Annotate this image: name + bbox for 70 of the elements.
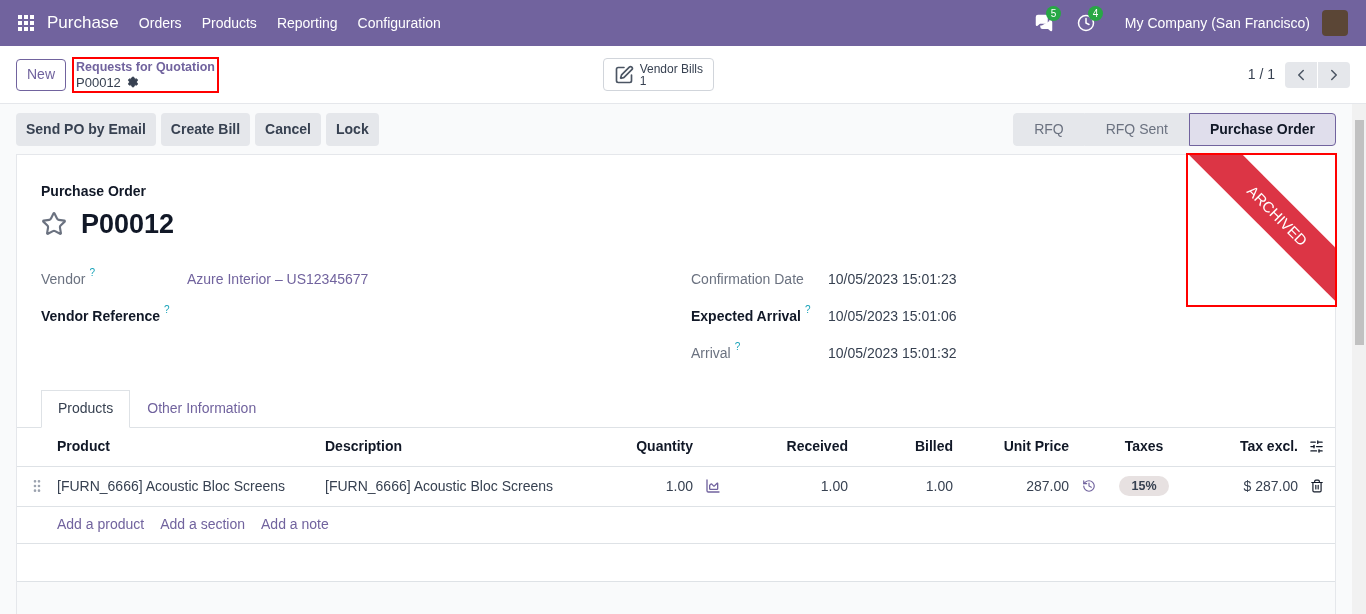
- help-mark[interactable]: ?: [734, 338, 741, 354]
- next-button[interactable]: [1318, 61, 1350, 88]
- breadcrumb-link[interactable]: Requests for Quotation: [76, 59, 215, 75]
- field-value: 10/05/2023 15:01:32: [828, 343, 957, 363]
- field-value: 10/05/2023 15:01:06: [828, 306, 957, 326]
- field-value: 10/05/2023 15:01:23: [828, 269, 957, 289]
- settings-icon[interactable]: [126, 76, 139, 88]
- help-mark[interactable]: ?: [805, 301, 811, 317]
- messages-icon[interactable]: [1034, 14, 1053, 32]
- status-step[interactable]: RFQ Sent: [1084, 112, 1189, 146]
- table-cell-text: 287.00: [1025, 476, 1069, 496]
- count-badge: 4: [1087, 6, 1104, 21]
- column-header[interactable]: Quantity: [555, 436, 693, 457]
- apps-grid-icon[interactable]: [18, 15, 34, 31]
- action-button[interactable]: Cancel: [255, 112, 321, 146]
- record-name: P00012: [76, 74, 121, 90]
- table-cell-text: 1.00: [664, 476, 693, 496]
- menu-item[interactable]: Reporting: [276, 12, 338, 34]
- action-button[interactable]: Lock: [326, 112, 379, 146]
- star-icon[interactable]: [41, 211, 67, 238]
- vendor-bills-button[interactable]: Vendor Bills 1: [602, 58, 714, 91]
- field-label: Expected Arrival: [691, 306, 801, 326]
- column-header[interactable]: Tax excl.: [1179, 436, 1298, 457]
- add-line-link[interactable]: Add a product: [57, 514, 145, 535]
- pager-value: 1 / 1: [1247, 65, 1275, 84]
- action-button[interactable]: Create Bill: [160, 112, 251, 146]
- record-title: P00012: [81, 208, 175, 241]
- app-name[interactable]: Purchase: [47, 10, 119, 36]
- column-header[interactable]: Received: [733, 436, 848, 457]
- table-cell-text: 1.00: [924, 476, 953, 496]
- previous-button[interactable]: [1285, 61, 1317, 88]
- column-header[interactable]: Billed: [848, 436, 953, 457]
- column-settings-icon[interactable]: [1309, 439, 1324, 454]
- table-cell-text: $ 287.00: [1242, 476, 1298, 496]
- count-badge: 5: [1045, 6, 1062, 21]
- status-step[interactable]: Purchase Order: [1188, 112, 1336, 146]
- activities-icon[interactable]: [1076, 14, 1095, 32]
- add-line-link[interactable]: Add a section: [160, 514, 245, 535]
- table-cell-text: [FURN_6666] Acoustic Bloc Screens: [325, 476, 554, 496]
- status-step[interactable]: RFQ: [1013, 112, 1085, 146]
- action-button[interactable]: Send PO by Email: [16, 112, 156, 146]
- menu-item[interactable]: Configuration: [357, 12, 441, 34]
- field-label: Arrival: [691, 343, 731, 363]
- column-header[interactable]: Product: [57, 436, 325, 457]
- scrollbar[interactable]: [1352, 104, 1366, 614]
- table-cell-text: [FURN_6666] Acoustic Bloc Screens: [57, 476, 286, 496]
- column-header[interactable]: Description: [325, 436, 555, 457]
- bills-count: 1: [639, 74, 647, 87]
- button-label: Vendor Bills: [639, 62, 703, 75]
- history-icon[interactable]: [1082, 479, 1096, 493]
- column-header[interactable]: Taxes: [1109, 436, 1179, 457]
- field-label: Vendor Reference: [41, 306, 161, 326]
- delete-icon[interactable]: [1309, 479, 1324, 493]
- new-button[interactable]: New: [16, 58, 66, 91]
- field-link[interactable]: Azure Interior – US12345677: [187, 268, 369, 290]
- column-header[interactable]: Unit Price: [953, 436, 1069, 457]
- field-label: Vendor: [41, 269, 86, 289]
- field-label: Confirmation Date: [691, 269, 804, 289]
- tab[interactable]: Products: [41, 389, 131, 428]
- menu-item[interactable]: Products: [201, 12, 257, 34]
- table-cell-text: 1.00: [819, 476, 848, 496]
- menu-item[interactable]: Orders: [138, 12, 182, 34]
- company-name[interactable]: My Company (San Francisco): [1124, 12, 1310, 34]
- forecast-chart-icon[interactable]: [705, 478, 721, 494]
- help-mark[interactable]: ?: [89, 264, 95, 280]
- tax-tag: 15%: [1119, 476, 1169, 496]
- tab[interactable]: Other Information: [130, 389, 274, 428]
- help-mark[interactable]: ?: [164, 301, 170, 317]
- edit-icon: [613, 64, 634, 85]
- add-line-link[interactable]: Add a note: [261, 514, 329, 535]
